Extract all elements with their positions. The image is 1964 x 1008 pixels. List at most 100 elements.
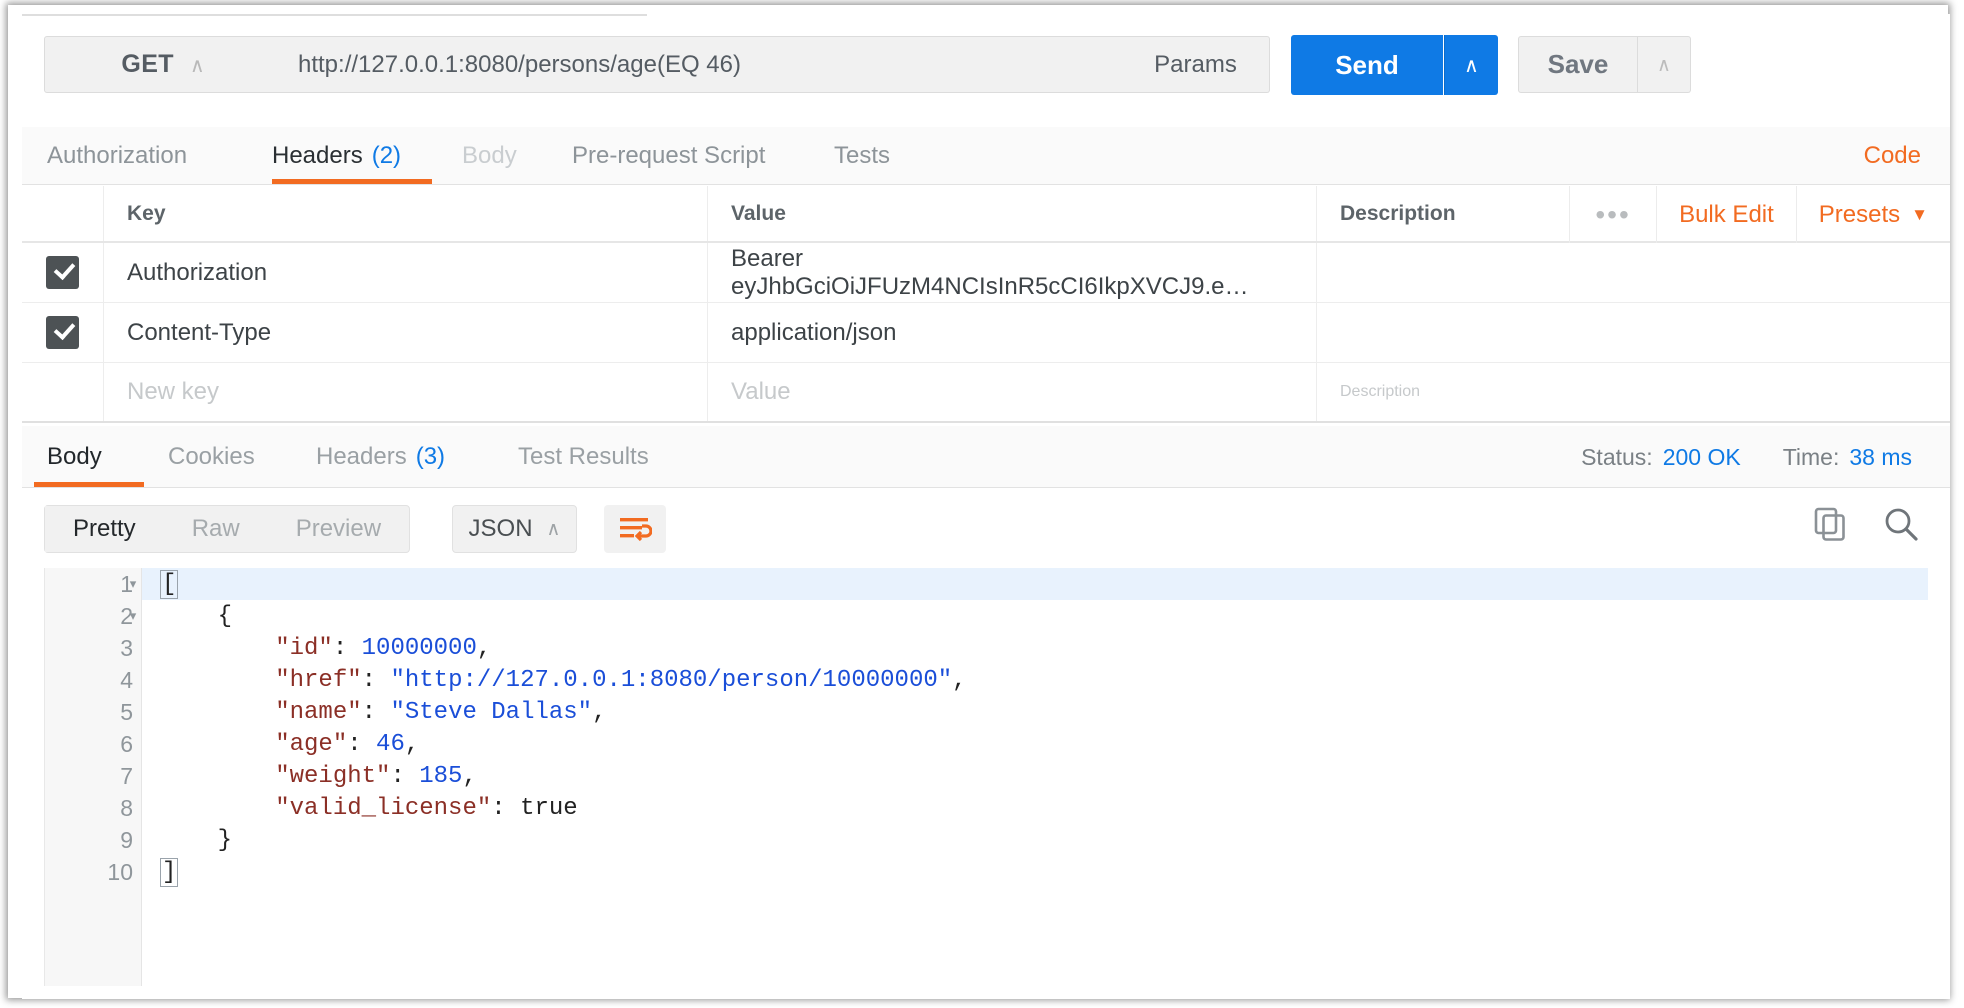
more-options-icon[interactable]: •••: [1570, 186, 1656, 243]
tab-label: Body: [47, 443, 102, 470]
view-mode-pretty[interactable]: Pretty: [45, 506, 164, 552]
response-tab-bar: Body Cookies Headers (3) Test Results St…: [22, 426, 1950, 488]
line-number: 3: [120, 634, 133, 661]
code-text: "href": "http://127.0.0.1:8080/person/10…: [142, 666, 966, 694]
token-p: :: [390, 762, 420, 790]
tab-headers[interactable]: Headers (2): [272, 127, 401, 185]
tab-count: (2): [371, 142, 402, 169]
response-tab-cookies[interactable]: Cookies: [168, 426, 255, 488]
code-line: 6 "age": 46,: [45, 728, 1928, 760]
tab-tests[interactable]: Tests: [834, 127, 890, 185]
presets-button[interactable]: Presets ▼: [1797, 186, 1950, 243]
header-value[interactable]: Bearer eyJhbGciOiJFUzM4NCIsInR5cCI6IkpXV…: [708, 243, 1317, 302]
header-value[interactable]: application/json: [708, 303, 1317, 362]
response-body-toolbar: Pretty Raw Preview JSON ∧: [22, 489, 1950, 568]
code-line: 3 "id": 10000000,: [45, 632, 1928, 664]
token-p: :: [332, 634, 362, 662]
token-p: :: [361, 666, 391, 694]
line-highlight: [142, 568, 1928, 600]
checkbox-checked[interactable]: [46, 256, 79, 289]
search-icon[interactable]: [1882, 505, 1920, 543]
tab-label: Cookies: [168, 443, 255, 470]
format-select[interactable]: JSON ∧: [452, 505, 577, 553]
header-description[interactable]: [1317, 303, 1950, 362]
chevron-down-icon: ∧: [189, 52, 205, 77]
new-description-input[interactable]: Description: [1317, 363, 1950, 421]
save-button[interactable]: Save: [1518, 36, 1638, 93]
save-options-button[interactable]: ∧: [1638, 36, 1691, 93]
header-cell-checkbox: [22, 186, 104, 241]
code-text: "valid_license": true: [142, 794, 577, 822]
method-selector[interactable]: GET ∧: [44, 36, 282, 93]
view-mode-raw[interactable]: Raw: [164, 506, 268, 552]
fold-arrow-icon[interactable]: ▾: [125, 609, 141, 624]
token-k: "valid_license": [275, 794, 492, 822]
copy-icon[interactable]: [1812, 506, 1848, 542]
header-key[interactable]: Content-Type: [104, 303, 708, 362]
code-link-label: Code: [1863, 142, 1921, 169]
token-p: [160, 635, 275, 662]
token-p: :: [491, 794, 521, 822]
table-header-row: Key Value Description ••• Bulk Edit Pres…: [22, 186, 1950, 243]
params-button[interactable]: Params: [1122, 36, 1270, 93]
tab-label: Body: [462, 142, 517, 169]
status-label: Status:: [1581, 443, 1653, 470]
triangle-down-icon: ▼: [1911, 204, 1928, 224]
code-line: 10]: [45, 856, 1928, 888]
view-mode-preview[interactable]: Preview: [268, 506, 409, 552]
header-key[interactable]: Authorization: [104, 243, 708, 302]
tab-label: Tests: [834, 142, 891, 169]
line-number: 4: [120, 666, 133, 693]
token-p: [160, 731, 275, 758]
response-tab-test-results[interactable]: Test Results: [518, 426, 649, 488]
header-description[interactable]: [1317, 243, 1950, 302]
tab-pre-request-script[interactable]: Pre-request Script: [572, 127, 765, 185]
method-label: GET: [121, 50, 174, 78]
code-line: 4 "href": "http://127.0.0.1:8080/person/…: [45, 664, 1928, 696]
chevron-down-icon: ∧: [1657, 53, 1671, 76]
fold-arrow-icon[interactable]: ▾: [125, 577, 141, 592]
table-new-row[interactable]: New key Value Description: [22, 363, 1950, 423]
row-checkbox-cell[interactable]: [22, 243, 104, 302]
checkbox-checked[interactable]: [46, 316, 79, 349]
token-s: "http://127.0.0.1:8080/person/10000000": [390, 666, 953, 694]
line-number: 8: [120, 794, 133, 821]
token-p: }: [160, 826, 233, 854]
send-options-button[interactable]: ∧: [1444, 35, 1498, 95]
code-line: 9 }: [45, 824, 1928, 856]
token-p: ,: [462, 762, 477, 790]
response-body-code[interactable]: 1 ▾[2 ▾ {3 "id": 10000000, 4 "href": "http:…: [44, 568, 1928, 986]
response-tab-body[interactable]: Body: [47, 426, 102, 488]
table-row[interactable]: Content-Type application/json: [22, 303, 1950, 363]
code-line: 1 ▾[: [45, 568, 1928, 600]
tab-authorization[interactable]: Authorization: [47, 127, 187, 185]
tab-body[interactable]: Body: [462, 127, 517, 185]
response-tab-headers[interactable]: Headers (3): [316, 426, 445, 488]
headers-table: Key Value Description ••• Bulk Edit Pres…: [22, 186, 1950, 423]
code-text: "weight": 185,: [142, 763, 477, 790]
code-text: }: [142, 827, 232, 854]
top-divider: [22, 14, 647, 16]
tab-label: Authorization: [47, 142, 188, 169]
code-text: {: [142, 603, 232, 630]
token-s: "Steve Dallas": [390, 698, 593, 726]
send-button[interactable]: Send: [1291, 35, 1443, 95]
time-label: Time:: [1782, 443, 1840, 470]
token-k: "href": [275, 666, 362, 694]
url-input[interactable]: http://127.0.0.1:8080/persons/age(EQ 46): [281, 36, 1123, 93]
line-number: 7: [120, 762, 133, 789]
row-checkbox-cell[interactable]: [22, 303, 104, 362]
params-label: Params: [1154, 50, 1237, 78]
table-row[interactable]: Authorization Bearer eyJhbGciOiJFUzM4NCI…: [22, 243, 1950, 303]
new-key-input[interactable]: New key: [104, 363, 708, 421]
code-link[interactable]: Code: [1864, 127, 1921, 185]
word-wrap-toggle[interactable]: [604, 505, 666, 553]
chevron-down-icon: ∧: [1464, 53, 1479, 77]
tab-label: Pre-request Script: [572, 142, 766, 169]
tab-label: Headers: [316, 443, 407, 470]
new-value-input[interactable]: Value: [708, 363, 1317, 421]
token-k: "weight": [275, 762, 391, 790]
token-n: 185: [419, 762, 463, 790]
bulk-edit-button[interactable]: Bulk Edit: [1657, 186, 1796, 243]
token-k: "id": [275, 634, 333, 662]
